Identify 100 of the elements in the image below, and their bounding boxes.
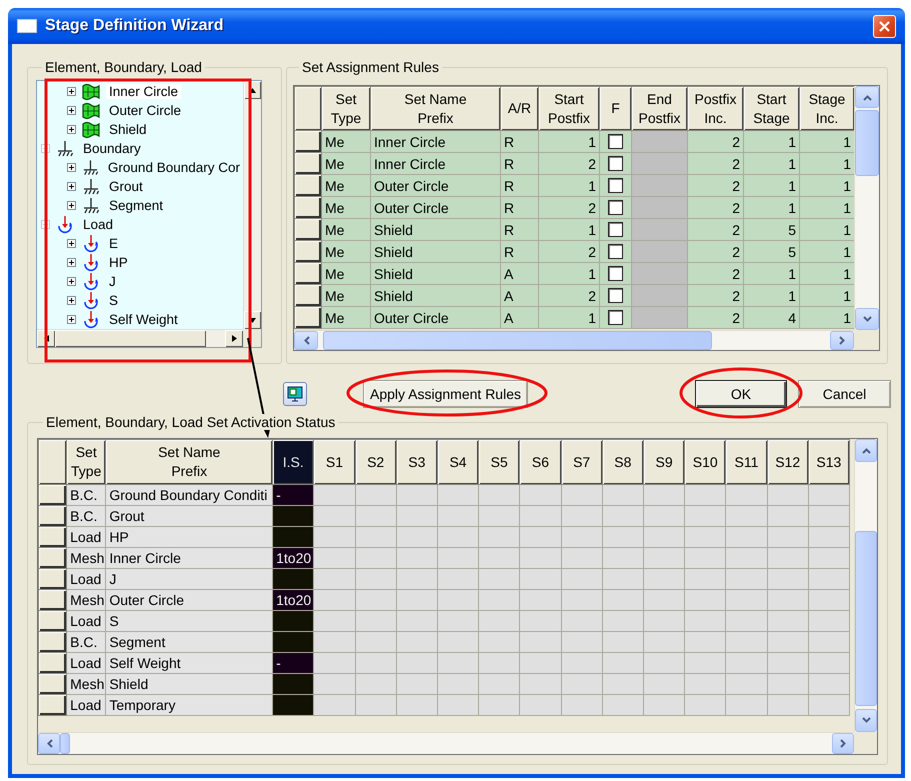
column-header[interactable]: S4	[437, 440, 479, 484]
row-header[interactable]	[38, 632, 67, 652]
row-header[interactable]	[38, 674, 67, 694]
tree-item[interactable]: S	[106, 293, 122, 308]
table-cell: 2	[538, 284, 600, 306]
horizontal-scrollbar[interactable]	[38, 732, 854, 754]
column-header[interactable]: Postfix Inc.	[688, 86, 744, 130]
row-header[interactable]	[38, 694, 67, 716]
expand-toggle[interactable]	[67, 277, 76, 286]
row-header[interactable]	[294, 152, 322, 174]
table-cell: 1	[800, 306, 854, 328]
tree-item[interactable]: Self Weight	[106, 312, 181, 327]
table-cell: Outer Circle	[370, 174, 500, 196]
display-toggle-button[interactable]	[283, 382, 307, 406]
checkbox[interactable]	[608, 156, 623, 171]
expand-toggle[interactable]	[67, 258, 76, 267]
close-button[interactable]	[873, 14, 896, 38]
row-header[interactable]	[294, 130, 322, 152]
checkbox[interactable]	[608, 178, 623, 193]
scroll-thumb[interactable]	[855, 110, 879, 176]
table-cell: S	[106, 610, 273, 632]
expand-toggle[interactable]	[67, 87, 76, 96]
tree-item[interactable]: Shield	[106, 122, 150, 137]
expand-toggle[interactable]	[67, 163, 76, 172]
column-header[interactable]: S11	[726, 440, 768, 484]
tree-item[interactable]: Boundary	[80, 141, 144, 156]
tree-item[interactable]: HP	[106, 255, 131, 270]
checkbox[interactable]	[608, 134, 623, 149]
column-header[interactable]: S12	[767, 440, 808, 484]
row-header[interactable]	[38, 590, 67, 610]
expand-toggle[interactable]	[67, 125, 76, 134]
column-header[interactable]: A/R	[500, 86, 538, 130]
column-header[interactable]: Set Name Prefix	[370, 86, 500, 130]
tree-item[interactable]: Ground Boundary Cor	[104, 160, 243, 175]
column-header[interactable]: I.S.	[272, 440, 314, 484]
row-header[interactable]	[294, 218, 322, 240]
scroll-thumb[interactable]	[323, 331, 712, 350]
row-header[interactable]	[38, 568, 67, 590]
column-header[interactable]: S13	[808, 440, 850, 484]
checkbox[interactable]	[608, 222, 623, 237]
tree-item[interactable]: Segment	[106, 198, 166, 213]
ok-button[interactable]: OK	[695, 380, 787, 408]
tree-item[interactable]: Outer Circle	[106, 103, 184, 118]
horizontal-scrollbar[interactable]	[37, 329, 243, 347]
tree-item[interactable]: Inner Circle	[106, 84, 182, 99]
vertical-scrollbar[interactable]	[854, 86, 879, 330]
row-header[interactable]	[294, 196, 322, 218]
scroll-thumb[interactable]	[60, 733, 70, 754]
tree-item[interactable]: J	[106, 274, 119, 289]
column-header[interactable]: S3	[396, 440, 438, 484]
row-header[interactable]	[294, 306, 322, 328]
vertical-scrollbar[interactable]	[854, 439, 877, 732]
checkbox[interactable]	[608, 244, 623, 259]
expand-toggle[interactable]	[67, 239, 76, 248]
tree-item[interactable]: Load	[80, 217, 116, 232]
column-header[interactable]: F	[600, 86, 632, 130]
row-header[interactable]	[38, 652, 67, 674]
scroll-thumb[interactable]	[55, 330, 206, 347]
column-header[interactable]: Start Stage	[744, 86, 800, 130]
column-header[interactable]: S1	[314, 440, 356, 484]
table-cell: 2	[688, 174, 744, 196]
row-header[interactable]	[294, 262, 322, 284]
checkbox[interactable]	[608, 288, 623, 303]
tree-item[interactable]: Grout	[106, 179, 146, 194]
column-header[interactable]: S6	[520, 440, 562, 484]
column-header[interactable]: Stage Inc.	[800, 86, 854, 130]
row-header[interactable]	[38, 526, 67, 548]
table-cell: A	[500, 262, 538, 284]
checkbox[interactable]	[608, 310, 623, 325]
expand-toggle[interactable]	[67, 106, 76, 115]
tree-item[interactable]: E	[106, 236, 122, 251]
expand-toggle[interactable]	[67, 296, 76, 305]
scroll-right-button[interactable]	[225, 330, 243, 347]
column-header[interactable]: Set Name Prefix	[106, 440, 273, 484]
row-header[interactable]	[38, 548, 67, 568]
expand-toggle[interactable]	[67, 315, 76, 324]
checkbox[interactable]	[608, 266, 623, 281]
column-header[interactable]: S9	[643, 440, 685, 484]
scroll-thumb[interactable]	[855, 530, 877, 706]
row-header[interactable]	[294, 240, 322, 262]
horizontal-scrollbar[interactable]	[294, 330, 854, 350]
row-header[interactable]	[38, 610, 67, 632]
column-header[interactable]: Start Postfix	[538, 86, 600, 130]
row-header[interactable]	[38, 484, 67, 506]
checkbox[interactable]	[608, 200, 623, 215]
column-header[interactable]: S2	[355, 440, 396, 484]
expand-toggle[interactable]	[67, 182, 76, 191]
row-header[interactable]	[38, 506, 67, 526]
column-header[interactable]: S8	[602, 440, 644, 484]
cancel-button[interactable]: Cancel	[798, 380, 891, 408]
column-header[interactable]: Set Type	[322, 86, 370, 130]
column-header[interactable]: Set Type	[66, 440, 106, 484]
table-cell: Me	[322, 152, 370, 174]
column-header[interactable]: S10	[684, 440, 726, 484]
apply-rules-button[interactable]: Apply Assignment Rules	[363, 380, 528, 408]
column-header[interactable]: S5	[478, 440, 520, 484]
column-header[interactable]: S7	[561, 440, 602, 484]
row-header[interactable]	[294, 284, 322, 306]
row-header[interactable]	[294, 174, 322, 196]
expand-toggle[interactable]	[67, 201, 76, 210]
